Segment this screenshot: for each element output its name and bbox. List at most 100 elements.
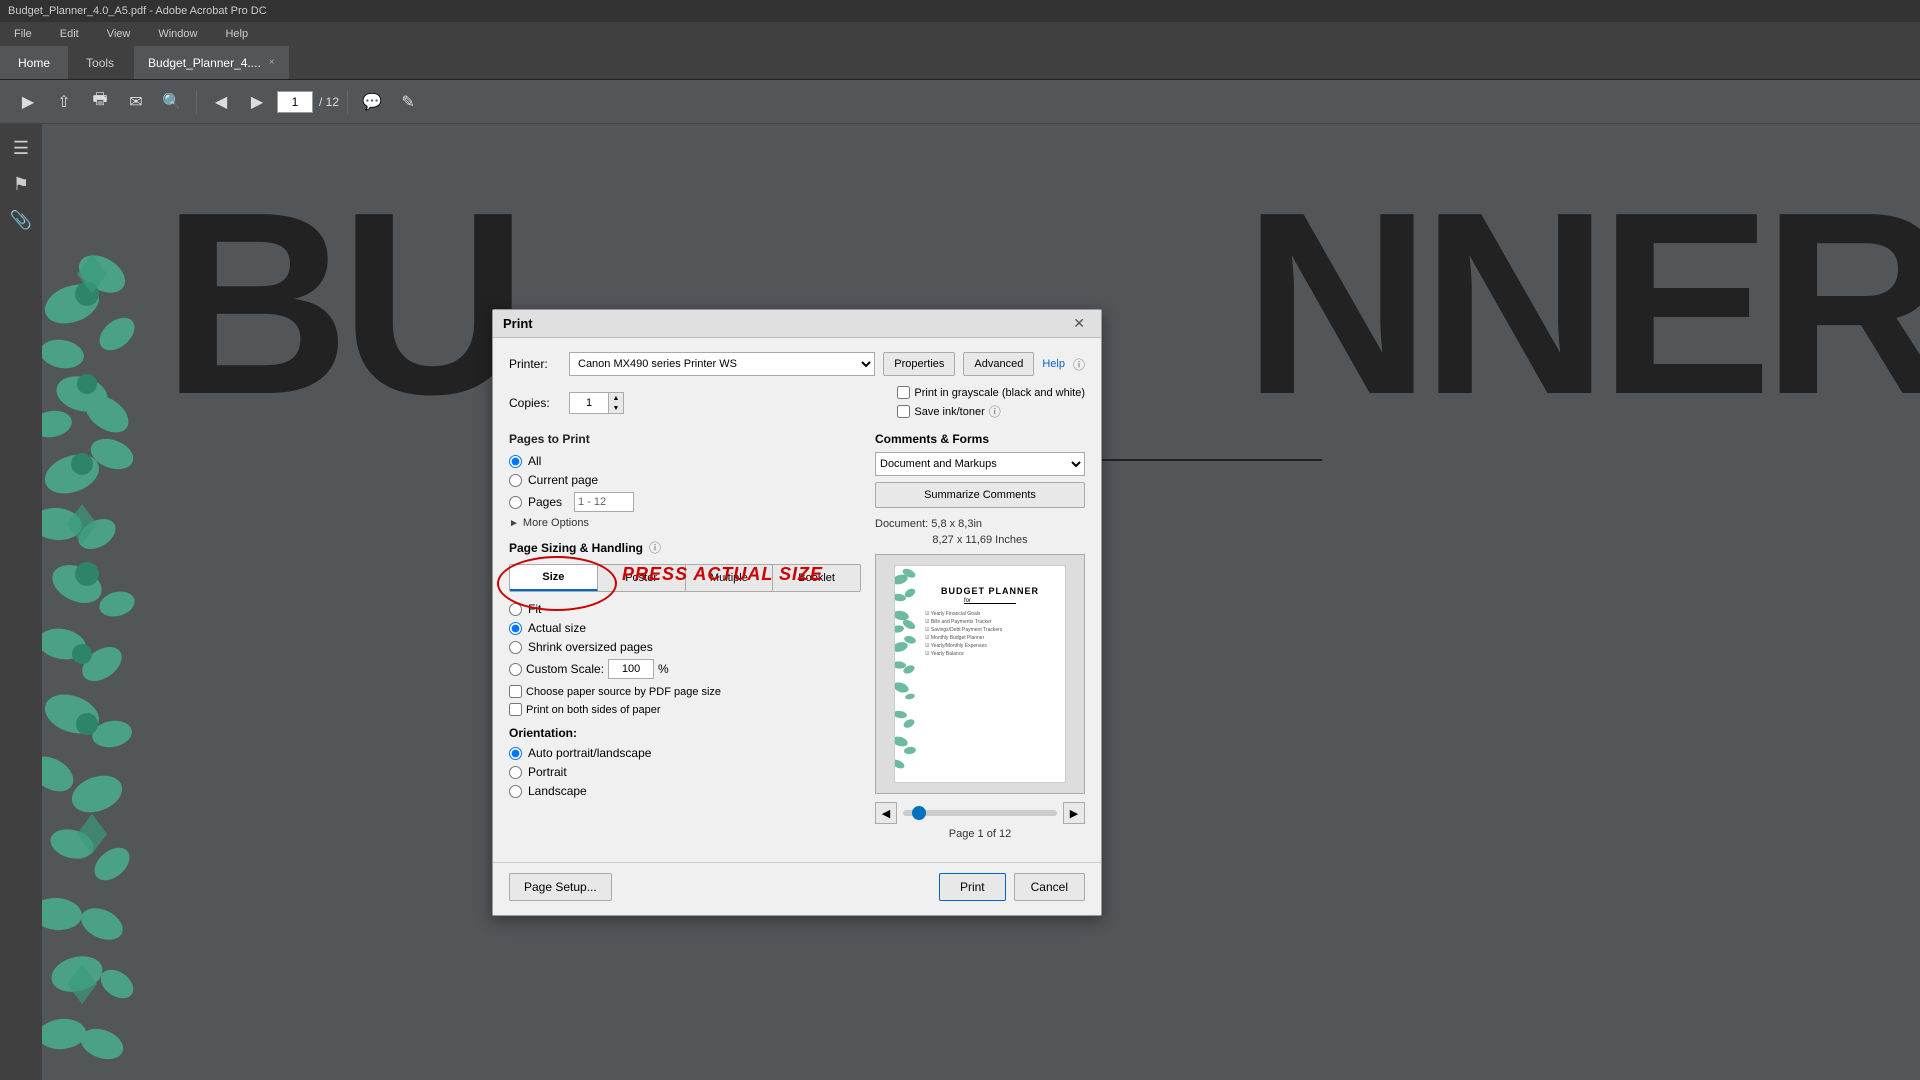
summarize-button[interactable]: Summarize Comments	[875, 482, 1085, 508]
preview-page: BUDGET PLANNER for _____________ ☑ Yearl…	[894, 565, 1066, 783]
orientation-section: Orientation: Auto portrait/landscape Por…	[509, 726, 861, 798]
menu-edit[interactable]: Edit	[54, 26, 85, 42]
scale-unit: %	[658, 662, 669, 676]
more-options-triangle: ►	[509, 518, 519, 529]
properties-button[interactable]: Properties	[883, 352, 955, 376]
dialog-close-button[interactable]: ✕	[1067, 313, 1091, 334]
dialog-body: Printer: Canon MX490 series Printer WS P…	[493, 338, 1101, 862]
paper-source-checkbox[interactable]	[509, 685, 522, 698]
mini-title: BUDGET PLANNER	[925, 586, 1055, 596]
paper-source-row: Choose paper source by PDF page size	[509, 685, 861, 698]
radio-landscape[interactable]	[509, 785, 522, 798]
dialog-title: Print	[503, 316, 533, 331]
radio-pages-row: Pages	[509, 492, 861, 512]
toolbar-email-btn[interactable]: ✉	[120, 86, 152, 118]
radio-pages[interactable]	[509, 496, 522, 509]
title-text: Budget_Planner_4.0_A5.pdf - Adobe Acroba…	[8, 5, 267, 17]
more-options-row[interactable]: ► More Options	[509, 517, 861, 529]
checkboxes-right: Print in grayscale (black and white) Sav…	[897, 386, 1085, 420]
copies-input-wrap: ▲ ▼	[569, 392, 624, 414]
tab-close-icon[interactable]: ×	[269, 57, 275, 68]
help-link[interactable]: Help	[1042, 358, 1065, 370]
radio-landscape-row: Landscape	[509, 784, 861, 798]
preview-slider[interactable]	[903, 810, 1057, 816]
doc-label: Document:	[875, 518, 928, 530]
radio-portrait[interactable]	[509, 766, 522, 779]
help-info-icon[interactable]: ⓘ	[1073, 356, 1085, 373]
tab-document[interactable]: Budget_Planner_4.... ×	[134, 46, 289, 79]
sidebar-bookmark-icon[interactable]: ⚑	[5, 168, 37, 200]
copies-down-button[interactable]: ▼	[609, 403, 623, 413]
sidebar-layers-icon[interactable]: ☰	[5, 132, 37, 164]
copies-input[interactable]	[569, 392, 609, 414]
radio-all[interactable]	[509, 455, 522, 468]
pages-to-print-title: Pages to Print	[509, 432, 861, 446]
pages-range-input[interactable]	[574, 492, 634, 512]
tab-size-button[interactable]: Size	[510, 565, 598, 591]
radio-current[interactable]	[509, 474, 522, 487]
doc-size: 5,8 x 8,3in	[931, 518, 982, 530]
comments-select[interactable]: Document and Markups	[875, 452, 1085, 476]
menu-window[interactable]: Window	[152, 26, 203, 42]
menu-file[interactable]: File	[8, 26, 38, 42]
tab-tools[interactable]: Tools	[68, 46, 132, 79]
sizing-header: Page Sizing & Handling ⓘ	[509, 539, 861, 556]
cancel-button[interactable]: Cancel	[1014, 873, 1085, 901]
scale-input[interactable]	[608, 659, 654, 679]
radio-portrait-row: Portrait	[509, 765, 861, 779]
tab-home[interactable]: Home	[0, 46, 68, 79]
grayscale-checkbox[interactable]	[897, 386, 910, 399]
tab-booklet-button[interactable]: Booklet	[773, 565, 860, 591]
page-sizing-title: Page Sizing & Handling	[509, 541, 643, 555]
preview-prev-button[interactable]: ◀	[875, 802, 897, 824]
preview-container: BUDGET PLANNER for _____________ ☑ Yearl…	[875, 554, 1085, 794]
mini-flowers-svg	[895, 566, 917, 782]
preview-next-button[interactable]: ▶	[1063, 802, 1085, 824]
radio-shrink[interactable]	[509, 641, 522, 654]
grayscale-label: Print in grayscale (black and white)	[914, 387, 1085, 399]
both-sides-checkbox[interactable]	[509, 703, 522, 716]
save-ink-info-icon[interactable]: ⓘ	[989, 403, 1001, 420]
page-setup-button[interactable]: Page Setup...	[509, 873, 612, 901]
comments-title: Comments & Forms	[875, 432, 1085, 446]
tab-multiple-button[interactable]: Multiple	[686, 565, 774, 591]
preview-nav: ◀ ▶	[875, 802, 1085, 824]
main-content: BU NNER Print ✕ Printer: Canon MX490 ser…	[42, 124, 1920, 1080]
tab-poster-button[interactable]: Poster	[598, 565, 686, 591]
toolbar-create-btn[interactable]: ▶	[12, 86, 44, 118]
radio-current-row: Current page	[509, 473, 861, 487]
print-button[interactable]: Print	[939, 873, 1006, 901]
save-ink-checkbox[interactable]	[897, 405, 910, 418]
dialog-overlay: Print ✕ Printer: Canon MX490 series Prin…	[42, 124, 1920, 1080]
toolbar-share-btn[interactable]: ⇧	[48, 86, 80, 118]
dialog-title-bar: Print ✕	[493, 310, 1101, 338]
orientation-title: Orientation:	[509, 726, 861, 740]
toolbar-next-btn[interactable]: ▶	[241, 86, 273, 118]
toolbar-prev-btn[interactable]: ◀	[205, 86, 237, 118]
page-input[interactable]	[277, 91, 313, 113]
radio-custom-scale[interactable]	[509, 663, 522, 676]
doc-dims: 8,27 x 11,69 Inches	[875, 534, 1085, 546]
toolbar-print-btn[interactable]: 🖶	[84, 86, 116, 118]
toolbar-comment-btn[interactable]: 💬	[356, 86, 388, 118]
radio-fit[interactable]	[509, 603, 522, 616]
mini-preview-text: BUDGET PLANNER for _____________ ☑ Yearl…	[925, 586, 1055, 658]
tab-tools-label: Tools	[86, 56, 114, 70]
toolbar-draw-btn[interactable]: ✎	[392, 86, 424, 118]
sidebar-attachment-icon[interactable]: 📎	[5, 204, 37, 236]
preview-slider-thumb	[912, 806, 926, 820]
advanced-button[interactable]: Advanced	[963, 352, 1034, 376]
tab-doc-label: Budget_Planner_4....	[148, 56, 261, 70]
menu-view[interactable]: View	[101, 26, 137, 42]
toolbar: ▶ ⇧ 🖶 ✉ 🔍 ◀ ▶ / 12 💬 ✎	[0, 80, 1920, 124]
radio-actual-size[interactable]	[509, 622, 522, 635]
mini-list: ☑ Yearly Financial Goals ☑ Bills and Pay…	[925, 610, 1055, 658]
toolbar-search-btn[interactable]: 🔍	[156, 86, 188, 118]
copies-up-button[interactable]: ▲	[609, 393, 623, 403]
menu-help[interactable]: Help	[219, 26, 254, 42]
radio-auto-portrait[interactable]	[509, 747, 522, 760]
sizing-info-icon[interactable]: ⓘ	[649, 539, 661, 556]
printer-select[interactable]: Canon MX490 series Printer WS	[569, 352, 875, 376]
page-counter: Page 1 of 12	[875, 828, 1085, 840]
radio-shrink-label: Shrink oversized pages	[528, 640, 653, 654]
